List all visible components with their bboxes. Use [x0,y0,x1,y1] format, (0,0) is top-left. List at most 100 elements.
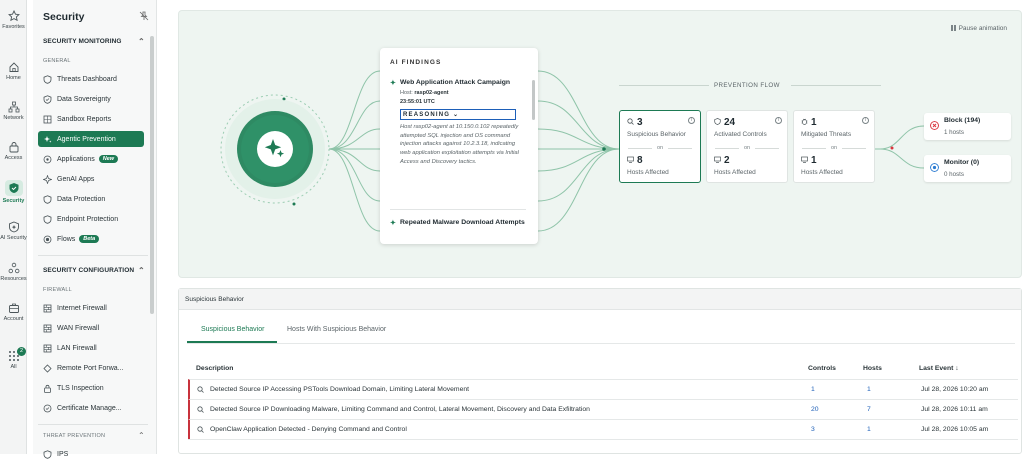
group-label-general: GENERAL [43,58,71,64]
row-controls-link[interactable]: 3 [811,426,815,433]
row-controls-link[interactable]: 20 [811,406,819,413]
ai-shield-icon [8,221,19,233]
rail-access[interactable]: Access [0,141,27,161]
card-mitigated-threats[interactable]: 1 i Mitigated Threats on 1 Hosts Affecte… [793,110,875,183]
sidebar-item-agentic-prevention[interactable]: Agentic Prevention [38,131,144,147]
sidebar-item-label: Applications [57,155,95,163]
controls-shield-icon [714,118,721,125]
sidebar-item-label: Endpoint Protection [57,215,119,223]
card-hosts-label: Hosts Affected [801,169,843,176]
finding-time: 23:55:01 UTC [400,99,435,105]
section-label: SECURITY MONITORING [43,38,122,45]
sidebar-item-genai-apps[interactable]: GenAI Apps [38,171,144,187]
shield-icon [43,214,52,224]
global-nav-rail: Favorites Home Network Access Security A… [0,0,27,454]
section-header-monitoring[interactable]: SECURITY MONITORING ⌃ [43,37,145,46]
monitor-icon [801,156,808,163]
column-header-hosts[interactable]: Hosts [863,365,882,372]
rail-label: All [10,364,17,370]
ai-findings-panel[interactable]: AI FINDINGS ✦ Web Application Attack Camp… [380,48,538,244]
findings-scrollbar[interactable] [532,80,535,120]
sidebar-item-ips[interactable]: IPS [38,446,144,462]
info-icon[interactable]: i [775,117,782,124]
reasoning-toggle[interactable]: REASONING ⌄ [400,109,516,120]
ai-hub-graphic [225,99,325,199]
new-badge: New [98,155,119,163]
reasoning-label: REASONING [403,112,451,118]
rail-favorites[interactable]: Favorites [0,10,27,30]
rail-network[interactable]: Network [0,101,27,121]
outcome-sub: 0 hosts [944,171,964,178]
sidebar-item-applications[interactable]: Applications New [38,151,144,167]
sidebar-item-label: Sandbox Reports [57,115,112,123]
notification-badge: 2 [17,347,26,356]
sidebar-item-certificate-management[interactable]: Certificate Manage... [38,400,144,416]
sidebar-item-lan-firewall[interactable]: LAN Firewall [38,340,144,356]
row-hosts-link[interactable]: 7 [867,406,871,413]
sidebar-item-threats-dashboard[interactable]: Threats Dashboard [38,71,144,87]
sidebar-item-wan-firewall[interactable]: WAN Firewall [38,320,144,336]
sidebar-item-internet-firewall[interactable]: Internet Firewall [38,300,144,316]
tab-suspicious-behavior[interactable]: Suspicious Behavior [201,326,264,333]
sidebar-item-tls-inspection[interactable]: TLS Inspection [38,380,144,396]
info-icon[interactable]: i [862,117,869,124]
firewall-icon [43,304,52,312]
sparkle-icon [44,135,52,143]
host-label: Host: [400,90,413,96]
shield-icon [9,183,18,193]
rail-label: AI Security [0,235,27,241]
table-row[interactable]: OpenClaw Application Detected - Denying … [188,419,1018,439]
rail-account[interactable]: Account [0,302,27,322]
shield-icon [43,449,52,459]
certificate-icon [43,404,52,412]
finding-item[interactable]: ✦ Web Application Attack Campaign Host: r… [390,79,526,167]
active-indicator [4,180,23,196]
outcome-block[interactable]: Block (194) 1 hosts [924,113,1011,140]
card-activated-controls[interactable]: 24 i Activated Controls on 2 Hosts Affec… [706,110,788,183]
rail-ai-security[interactable]: AI Security [0,221,27,241]
column-header-controls[interactable]: Controls [808,365,836,372]
section-header-configuration[interactable]: SECURITY CONFIGURATION ⌃ [43,266,145,275]
sidebar-item-label: Agentic Prevention [57,135,116,143]
sidebar-item-data-protection[interactable]: Data Protection [38,191,144,207]
card-label: Mitigated Threats [801,131,852,138]
sidebar-item-flows[interactable]: Flows Beta [38,231,144,247]
sidebar-scrollbar[interactable] [150,36,154,314]
sparkle-icon: ✦ [390,80,396,87]
row-hosts-link[interactable]: 1 [867,426,871,433]
rail-resources[interactable]: Resources [0,262,27,282]
sidebar-item-sandbox-reports[interactable]: Sandbox Reports [38,111,144,127]
row-controls-link[interactable]: 1 [811,386,815,393]
tab-hosts-with-suspicious-behavior[interactable]: Hosts With Suspicious Behavior [287,326,386,333]
sidebar-item-data-sovereignty[interactable]: Data Sovereignty [38,91,144,107]
sort-down-icon: ↓ [955,365,959,372]
row-last-event: Jul 28, 2026 10:20 am [921,386,989,393]
rail-home[interactable]: Home [0,61,27,81]
section-label: SECURITY CONFIGURATION [43,267,135,274]
row-hosts-link[interactable]: 1 [867,386,871,393]
card-on-separator: on [620,145,700,151]
unpin-icon[interactable] [139,11,149,21]
block-icon [930,121,939,130]
rail-label: Access [4,155,23,161]
sidebar-item-endpoint-protection[interactable]: Endpoint Protection [38,211,144,227]
outcome-monitor[interactable]: Monitor (0) 0 hosts [924,155,1011,182]
briefcase-icon [8,303,19,313]
divider [187,343,1015,344]
panel-tabs: Suspicious Behavior Hosts With Suspiciou… [179,321,1021,344]
outcome-sub: 1 hosts [944,129,964,136]
info-icon[interactable]: i [688,117,695,124]
panel-header: Suspicious Behavior [179,289,1021,310]
sidebar-item-remote-port-forwarding[interactable]: Remote Port Forwa... [38,360,144,376]
rail-all[interactable]: 2 All [0,347,27,370]
finding-item[interactable]: ✦ Repeated Malware Download Attempts [390,219,526,227]
table-row[interactable]: Detected Source IP Accessing PSTools Dow… [188,379,1018,399]
column-header-last-event[interactable]: Last Event ↓ [919,365,959,372]
card-suspicious-behavior[interactable]: 3 i Suspicious Behavior on 8 Hosts Affec… [619,110,701,183]
divider [38,424,148,425]
table-row[interactable]: Detected Source IP Downloading Malware, … [188,399,1018,419]
magnifier-icon [627,118,634,125]
rail-security[interactable]: Security [0,180,27,204]
column-header-description[interactable]: Description [196,365,233,372]
prevention-flow-canvas: Pause animation AI FINDINGS ✦ Web Applic… [178,10,1022,278]
